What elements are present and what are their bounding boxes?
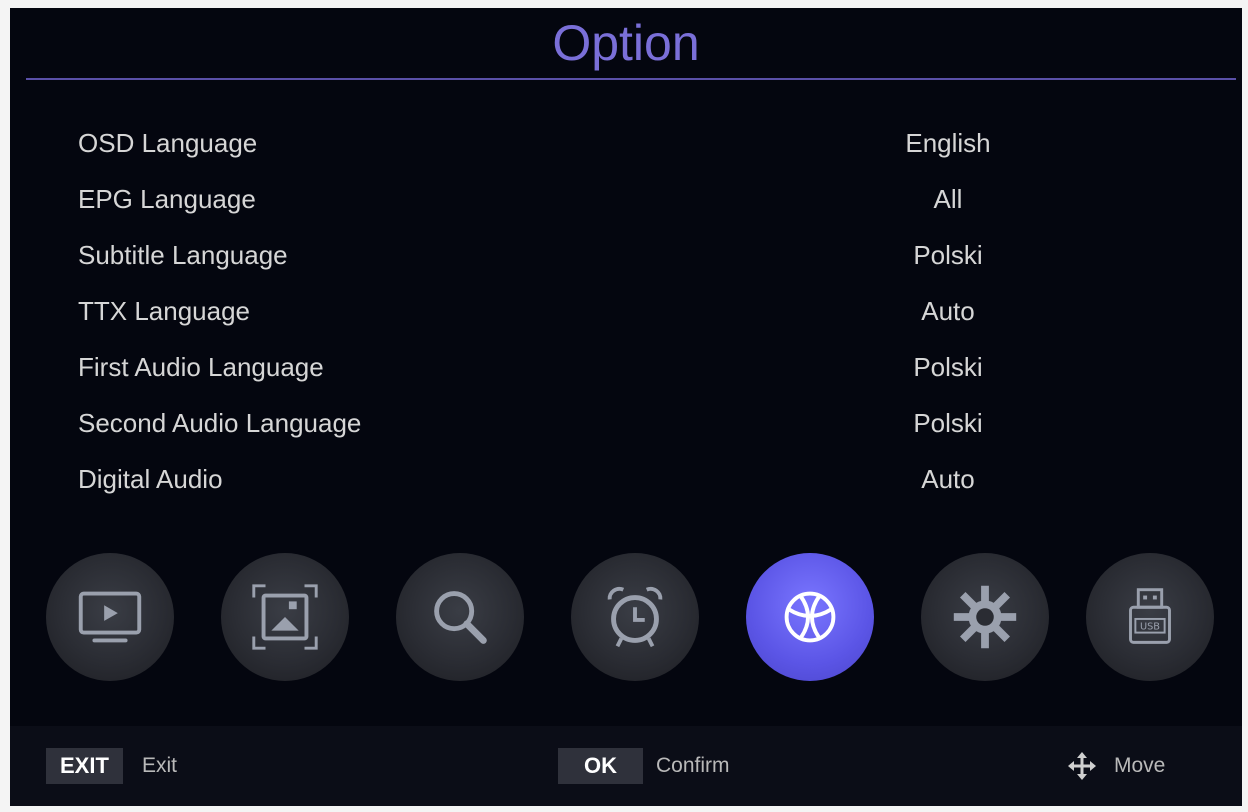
ok-key-badge[interactable]: OK	[558, 748, 643, 784]
move-hint-label: Move	[1114, 754, 1166, 777]
footer-hint-bar: EXIT Exit OK Confirm Move	[10, 726, 1242, 806]
option-label: OSD Language	[78, 128, 258, 158]
exit-key-badge[interactable]: EXIT	[46, 748, 123, 784]
option-value[interactable]: All	[878, 176, 1018, 222]
category-timer-button[interactable]	[571, 553, 699, 681]
option-value[interactable]: Polski	[878, 400, 1018, 446]
option-row-subtitle-language[interactable]: Subtitle Language Polski	[78, 232, 1078, 288]
option-value[interactable]: Polski	[878, 344, 1018, 390]
option-list: OSD Language English EPG Language All Su…	[78, 120, 1078, 512]
category-search-button[interactable]	[396, 553, 524, 681]
option-value[interactable]: Auto	[878, 288, 1018, 334]
page-title: Option	[552, 15, 700, 71]
category-usb-button[interactable]: USB	[1086, 553, 1214, 681]
globe-ball-icon	[784, 591, 836, 643]
option-row-ttx-language[interactable]: TTX Language Auto	[78, 288, 1078, 344]
search-icon	[434, 591, 487, 644]
usb-icon: USB	[1129, 588, 1171, 644]
svg-text:USB: USB	[1140, 622, 1160, 633]
option-value[interactable]: Auto	[878, 456, 1018, 502]
option-row-epg-language[interactable]: EPG Language All	[78, 176, 1078, 232]
picture-icon	[252, 584, 318, 650]
exit-hint-label: Exit	[142, 754, 178, 777]
category-option-button[interactable]	[746, 553, 874, 681]
option-label: Digital Audio	[78, 464, 223, 494]
confirm-hint-label: Confirm	[656, 754, 730, 777]
option-menu-screen: Option OSD Language English EPG Language…	[10, 8, 1242, 806]
tv-play-icon	[78, 591, 142, 643]
title-divider	[26, 78, 1236, 80]
option-label: Subtitle Language	[78, 240, 288, 270]
option-label: Second Audio Language	[78, 408, 362, 438]
option-label: First Audio Language	[78, 352, 324, 382]
category-tv-button[interactable]	[46, 553, 174, 681]
option-row-osd-language[interactable]: OSD Language English	[78, 120, 1078, 176]
option-label: TTX Language	[78, 296, 251, 326]
category-picture-button[interactable]	[221, 553, 349, 681]
gear-icon	[953, 585, 1017, 649]
option-value[interactable]: Polski	[878, 232, 1018, 278]
category-settings-button[interactable]	[921, 553, 1049, 681]
option-value[interactable]: English	[878, 120, 1018, 166]
option-row-digital-audio[interactable]: Digital Audio Auto	[78, 456, 1078, 512]
alarm-clock-icon	[607, 586, 663, 648]
move-arrows-icon	[1068, 752, 1096, 780]
option-label: EPG Language	[78, 184, 256, 214]
option-row-first-audio-language[interactable]: First Audio Language Polski	[78, 344, 1078, 400]
option-row-second-audio-language[interactable]: Second Audio Language Polski	[78, 400, 1078, 456]
category-icon-bar: USB	[46, 553, 1226, 683]
